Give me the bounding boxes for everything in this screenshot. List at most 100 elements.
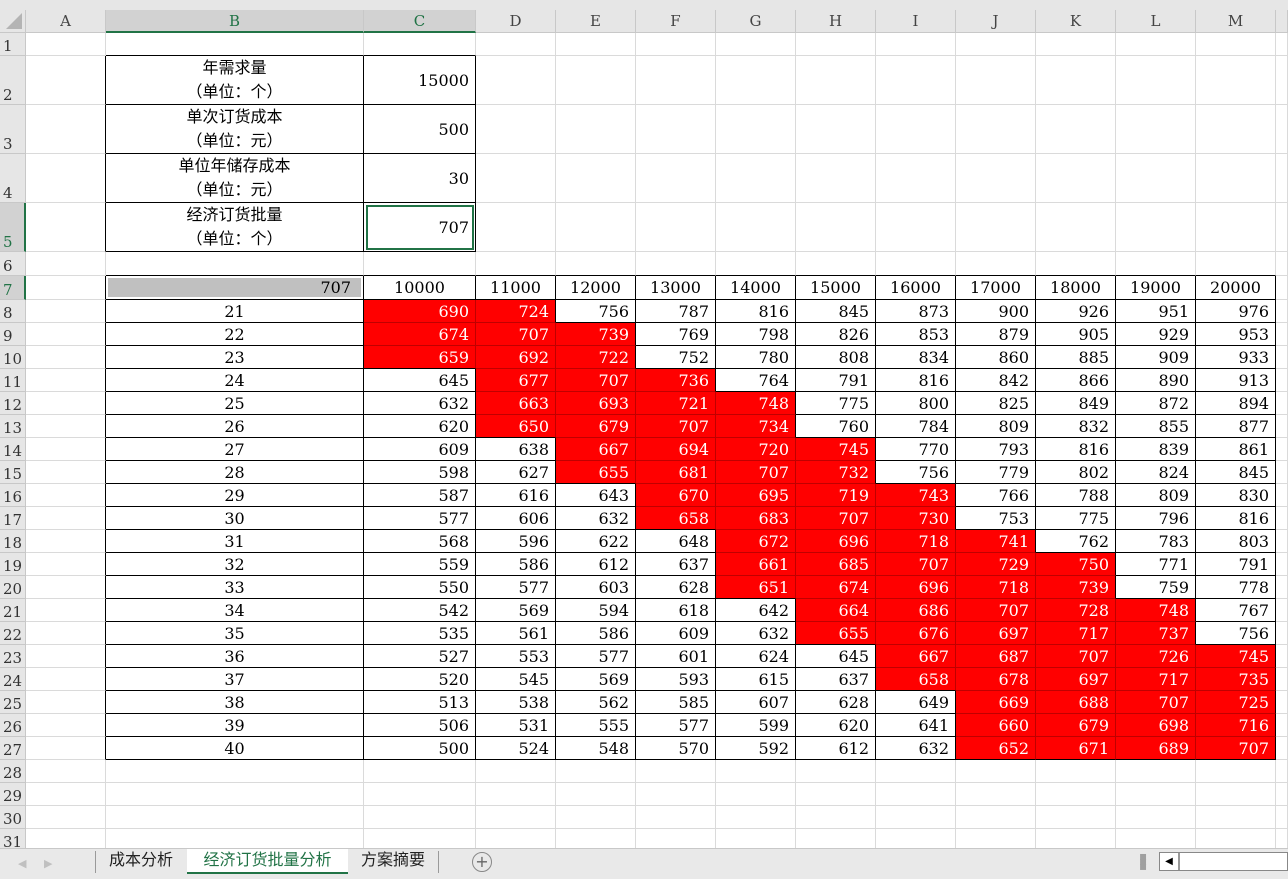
row-header-18[interactable]: 18 (0, 530, 26, 553)
eoq-table-cell[interactable]: 739 (556, 323, 636, 346)
cell[interactable] (1276, 300, 1288, 323)
cell[interactable] (876, 56, 956, 105)
cell[interactable] (636, 56, 716, 105)
eoq-table-cell[interactable]: 707 (796, 507, 876, 530)
eoq-table-cell[interactable]: 756 (876, 461, 956, 484)
splitter-handle-icon[interactable]: ▪ ▪ ▪ (1139, 850, 1147, 872)
eoq-table-cell[interactable]: 839 (1116, 438, 1196, 461)
row-header-27[interactable]: 27 (0, 737, 26, 760)
eoq-table-cell[interactable]: 796 (1116, 507, 1196, 530)
holding-cost-label[interactable]: 30 (106, 507, 364, 530)
eoq-table-cell[interactable]: 762 (1036, 530, 1116, 553)
eoq-table-cell[interactable]: 500 (364, 737, 476, 760)
cell[interactable] (26, 576, 106, 599)
cell[interactable] (26, 252, 106, 276)
eoq-table-cell[interactable]: 577 (364, 507, 476, 530)
param-value[interactable]: 500 (364, 105, 476, 154)
cell[interactable] (1116, 33, 1196, 56)
eoq-table-cell[interactable]: 724 (476, 300, 556, 323)
cell[interactable] (106, 760, 364, 783)
eoq-table-cell[interactable]: 832 (1036, 415, 1116, 438)
eoq-table-cell[interactable]: 561 (476, 622, 556, 645)
cell[interactable] (716, 33, 796, 56)
eoq-table-cell[interactable]: 672 (716, 530, 796, 553)
cell[interactable] (1276, 33, 1288, 56)
cell[interactable] (26, 783, 106, 806)
holding-cost-label[interactable]: 28 (106, 461, 364, 484)
eoq-table-cell[interactable]: 648 (636, 530, 716, 553)
eoq-table-cell[interactable]: 739 (1036, 576, 1116, 599)
cell[interactable] (876, 252, 956, 276)
eoq-table-cell[interactable]: 627 (476, 461, 556, 484)
eoq-table-cell[interactable]: 707 (716, 461, 796, 484)
eoq-table-cell[interactable]: 577 (636, 714, 716, 737)
row-header-28[interactable]: 28 (0, 760, 26, 783)
cell[interactable] (636, 806, 716, 829)
cell[interactable] (556, 154, 636, 203)
eoq-table-cell[interactable]: 729 (956, 553, 1036, 576)
horizontal-scrollbar[interactable]: ◀ (1159, 852, 1288, 871)
eoq-table-cell[interactable]: 798 (716, 323, 796, 346)
eoq-table-cell[interactable]: 606 (476, 507, 556, 530)
eoq-table-cell[interactable]: 834 (876, 346, 956, 369)
cell[interactable] (26, 691, 106, 714)
eoq-table-cell[interactable]: 697 (1036, 668, 1116, 691)
prev-sheet-icon[interactable]: ◀ (18, 857, 26, 870)
row-header-16[interactable]: 16 (0, 484, 26, 507)
eoq-table-cell[interactable]: 674 (796, 576, 876, 599)
eoq-table-cell[interactable]: 800 (876, 392, 956, 415)
column-header-j[interactable]: J (956, 10, 1036, 33)
demand-header[interactable]: 18000 (1036, 276, 1116, 300)
cell[interactable] (1196, 56, 1276, 105)
row-header-7[interactable]: 7 (0, 276, 26, 300)
eoq-table-cell[interactable]: 752 (636, 346, 716, 369)
cell[interactable] (1116, 105, 1196, 154)
eoq-table-cell[interactable]: 721 (636, 392, 716, 415)
cell[interactable] (1276, 484, 1288, 507)
eoq-table-cell[interactable]: 830 (1196, 484, 1276, 507)
eoq-table-cell[interactable]: 612 (556, 553, 636, 576)
eoq-table-cell[interactable]: 745 (796, 438, 876, 461)
eoq-table-cell[interactable]: 624 (716, 645, 796, 668)
eoq-table-cell[interactable]: 568 (364, 530, 476, 553)
cell[interactable] (1276, 154, 1288, 203)
eoq-table-cell[interactable]: 717 (1036, 622, 1116, 645)
cell[interactable] (796, 154, 876, 203)
cell[interactable] (1116, 203, 1196, 252)
eoq-table-cell[interactable]: 695 (716, 484, 796, 507)
eoq-table-cell[interactable]: 671 (1036, 737, 1116, 760)
eoq-table-cell[interactable]: 652 (956, 737, 1036, 760)
eoq-table-cell[interactable]: 726 (1116, 645, 1196, 668)
cell[interactable] (1196, 760, 1276, 783)
cell[interactable] (716, 154, 796, 203)
cell[interactable] (1276, 369, 1288, 392)
cell[interactable] (796, 806, 876, 829)
holding-cost-label[interactable]: 21 (106, 300, 364, 323)
column-header-h[interactable]: H (796, 10, 876, 33)
row-header-1[interactable]: 1 (0, 33, 26, 56)
cell[interactable] (1276, 276, 1288, 300)
eoq-table-cell[interactable]: 598 (364, 461, 476, 484)
eoq-table-cell[interactable]: 784 (876, 415, 956, 438)
cell[interactable] (1036, 806, 1116, 829)
eoq-table-cell[interactable]: 767 (1196, 599, 1276, 622)
eoq-table-cell[interactable]: 866 (1036, 369, 1116, 392)
eoq-table-cell[interactable]: 569 (476, 599, 556, 622)
cell[interactable] (716, 783, 796, 806)
demand-header[interactable]: 10000 (364, 276, 476, 300)
param-value[interactable]: 15000 (364, 56, 476, 105)
cell[interactable] (1036, 252, 1116, 276)
eoq-table-cell[interactable]: 645 (796, 645, 876, 668)
eoq-table-cell[interactable]: 769 (636, 323, 716, 346)
cell[interactable] (876, 760, 956, 783)
cell[interactable] (26, 105, 106, 154)
row-header-8[interactable]: 8 (0, 300, 26, 323)
spreadsheet-grid[interactable]: A B C D E F G H I J K L M 1 2 年需求量 （单位：个） 15000 3 单次订货成本 （单位… (0, 10, 1288, 852)
eoq-table-cell[interactable]: 694 (636, 438, 716, 461)
eoq-table-cell[interactable]: 641 (876, 714, 956, 737)
eoq-table-cell[interactable]: 690 (364, 300, 476, 323)
column-header-d[interactable]: D (476, 10, 556, 33)
cell[interactable] (26, 553, 106, 576)
eoq-table-cell[interactable]: 628 (636, 576, 716, 599)
param-label[interactable]: 经济订货批量 （单位：个） (106, 203, 364, 252)
